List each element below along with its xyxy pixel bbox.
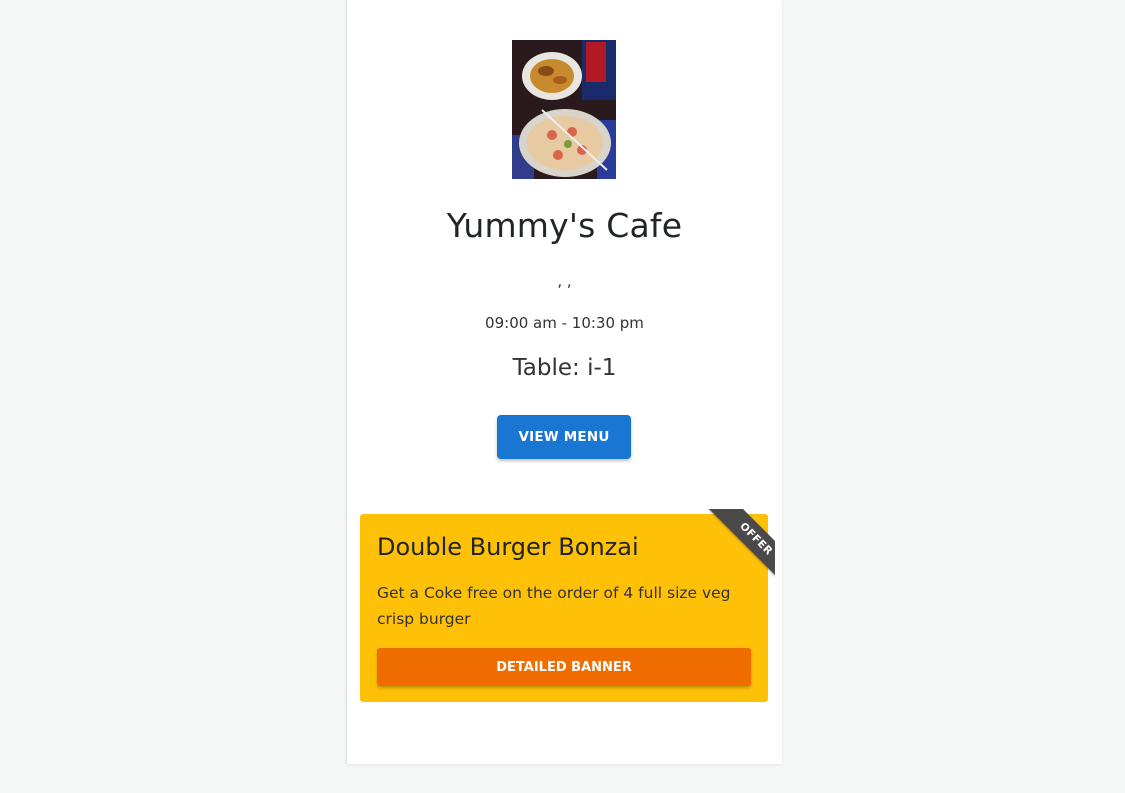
- cafe-name: Yummy's Cafe: [446, 206, 683, 245]
- offer-title: Double Burger Bonzai: [377, 533, 639, 561]
- cafe-card: Yummy's Cafe , , 09:00 am - 10:30 pm Tab…: [346, 0, 782, 764]
- detailed-banner-button[interactable]: DETAILED BANNER: [377, 648, 751, 686]
- offer-banner: OFFER Double Burger Bonzai Get a Coke fr…: [360, 509, 775, 702]
- food-photo: [512, 40, 616, 179]
- cafe-address: , ,: [557, 272, 572, 290]
- offer-ribbon-container: OFFER: [695, 509, 775, 589]
- offer-description: Get a Coke free on the order of 4 full s…: [377, 584, 731, 628]
- opening-hours: 09:00 am - 10:30 pm: [485, 314, 644, 332]
- offer-ribbon: OFFER: [708, 509, 775, 587]
- view-menu-button[interactable]: VIEW MENU: [497, 415, 631, 459]
- cafe-image: [512, 40, 616, 179]
- table-number: Table: i-1: [512, 355, 617, 381]
